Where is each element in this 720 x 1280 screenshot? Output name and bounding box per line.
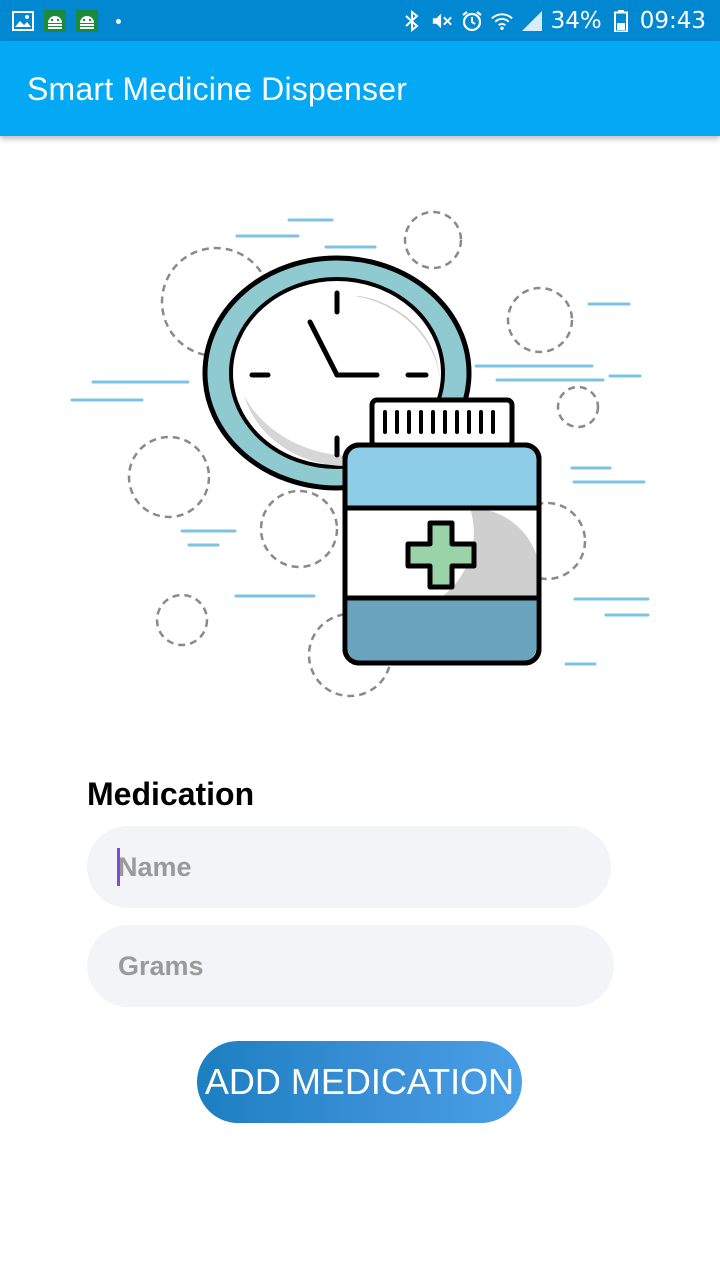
medication-heading: Medication xyxy=(87,776,255,812)
more-notifications-dot xyxy=(116,18,121,24)
wifi-icon xyxy=(490,10,513,32)
android-icon xyxy=(44,10,66,32)
battery-icon xyxy=(610,9,632,32)
grams-input[interactable] xyxy=(118,925,558,1007)
grams-field[interactable] xyxy=(87,925,614,1007)
status-bar: 34% 09:43 xyxy=(0,0,720,41)
app-bar: Smart Medicine Dispenser xyxy=(0,41,720,136)
android-icon xyxy=(76,10,98,32)
add-medication-button[interactable]: ADD MEDICATION xyxy=(197,1041,522,1123)
clock: 09:43 xyxy=(639,7,706,34)
mute-icon xyxy=(431,10,453,32)
app-title: Smart Medicine Dispenser xyxy=(27,71,408,107)
alarm-icon xyxy=(461,10,483,32)
system-icons: 34% 09:43 xyxy=(401,0,706,41)
battery-percent: 34% xyxy=(550,7,602,34)
name-input[interactable] xyxy=(118,826,558,908)
bluetooth-icon xyxy=(401,9,423,32)
signal-icon xyxy=(521,10,543,32)
medicine-reminder-illustration xyxy=(70,210,650,698)
image-icon xyxy=(12,10,34,32)
text-cursor xyxy=(117,848,120,886)
notification-icons xyxy=(12,9,121,33)
name-field[interactable] xyxy=(87,826,611,908)
pill-bottle-graphic xyxy=(342,397,542,666)
